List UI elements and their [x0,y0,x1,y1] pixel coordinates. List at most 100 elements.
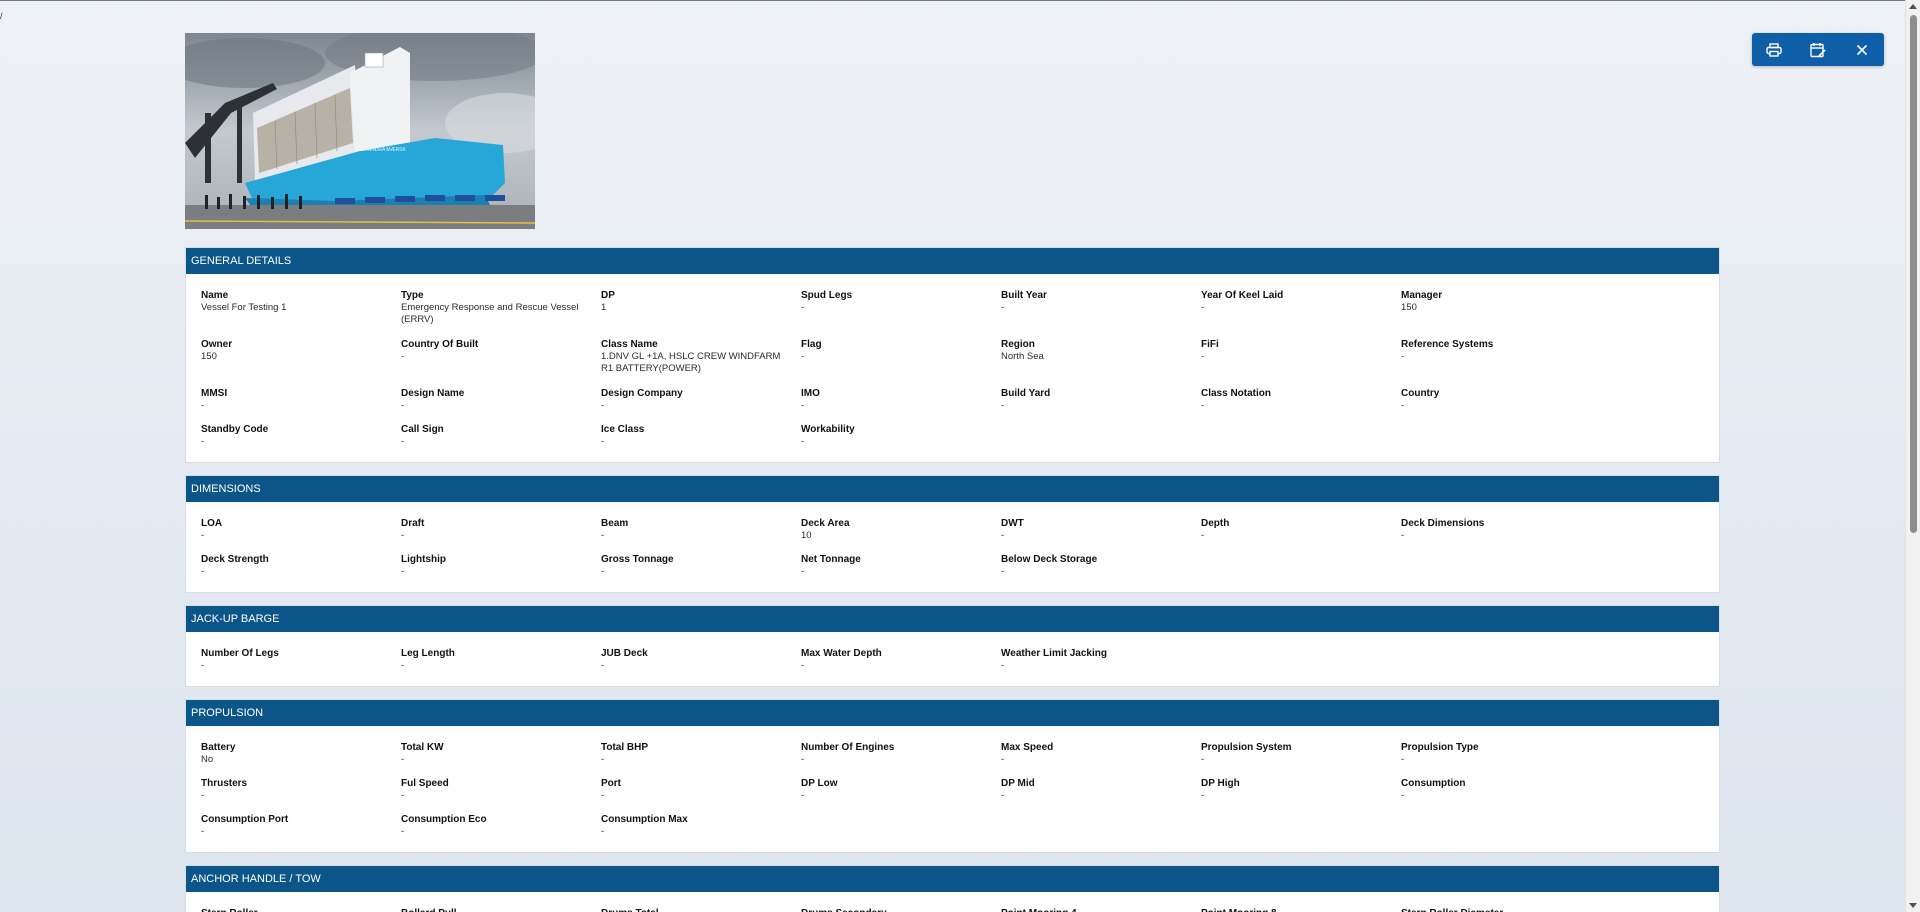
section-title: PROPULSION [186,700,1719,726]
field-flag: Flag - [801,338,1001,387]
field-value: - [1401,790,1405,801]
field-value: - [401,436,405,447]
field-grid: Name Vessel For Testing 1 Type Emergency Re… [186,274,1719,459]
field-value: - [201,400,205,411]
field-beam: Beam - [601,517,801,553]
field-label: Below Deck Storage [1001,554,1098,565]
field-value: - [601,530,605,541]
field-dp-low: DP Low - [801,777,1001,813]
field-built-year: Built Year - [1001,289,1201,338]
field-label: Port [601,778,621,789]
scroll-up-arrow-icon[interactable] [1909,4,1917,9]
field-value: - [601,566,605,577]
field-build-yard: Build Yard - [1001,387,1201,423]
field-value: - [401,790,405,801]
field-country: Country - [1401,387,1601,423]
field-value: - [401,530,405,541]
field-label: DP [601,290,615,301]
field-below-deck-storage: Below Deck Storage - [1001,553,1201,589]
field-label: JUB Deck [601,648,648,659]
field-value: - [801,790,805,801]
page-scrollbar[interactable] [1905,0,1920,912]
field-label: Design Company [601,388,683,399]
field-consumption: Consumption - [1401,777,1601,813]
field-label: Built Year [1001,290,1047,301]
field-name: Name Vessel For Testing 1 [201,289,401,338]
field-grid: Number Of Legs - Leg Length - JUB Deck - Max W… [186,632,1719,683]
field-label: Flag [801,339,822,350]
field-label: Propulsion System [1201,742,1292,753]
field-label: Deck Area [801,518,850,529]
field-value: - [1001,754,1005,765]
scroll-thumb[interactable] [1910,15,1917,533]
field-region: Region North Sea [1001,338,1201,387]
field-weather-limit-jacking: Weather Limit Jacking - [1001,647,1201,683]
field-label: Consumption Port [201,814,289,825]
field-label: Consumption Max [601,814,688,825]
section-title: DIMENSIONS [186,476,1719,502]
field-value: - [1001,790,1005,801]
field-dwt: DWT - [1001,517,1201,553]
section-title: JACK-UP BARGE [186,606,1719,632]
section-title: ANCHOR HANDLE / TOW [186,866,1719,892]
field-label: Bollard Pull [401,907,601,912]
field-label: Call Sign [401,424,444,435]
field-manager: Manager 150 [1401,289,1601,338]
field-dp: DP 1 [601,289,801,338]
print-button[interactable] [1752,33,1796,66]
field-type: Type Emergency Response and Rescue Vessel… [401,289,601,338]
field-deck-dimensions: Deck Dimensions - [1401,517,1601,553]
section-jackup-barge: JACK-UP BARGE Number Of Legs - Leg Length -… [185,605,1720,687]
field-value: - [601,400,605,411]
field-value: - [1001,566,1005,577]
field-value: - [601,754,605,765]
field-value: - [601,660,605,671]
field-dp-mid: DP Mid - [1001,777,1201,813]
field-label: Deck Dimensions [1401,518,1485,529]
field-label: DP Low [801,778,838,789]
field-label: Reference Systems [1401,339,1494,350]
field-value: Emergency Response and Rescue Vessel (ER… [401,302,579,325]
field-value: - [1201,400,1205,411]
field-total-kw: Total KW - [401,741,601,777]
field-label: Propulsion Type [1401,742,1479,753]
field-value: - [1001,660,1005,671]
field-value: 1.DNV GL +1A, HSLC CREW WINDFARM R1 BATT… [601,351,781,374]
field-label: Total KW [401,742,444,753]
field-stern-roller-diameter: Stern Roller Diameter- [1401,907,1601,912]
section-propulsion: PROPULSION Battery No Total KW - Total BHP - N… [185,699,1720,853]
field-draft: Draft - [401,517,601,553]
field-label: Region [1001,339,1035,350]
field-label: Drums Secondary [801,907,1001,912]
field-value: - [1401,400,1405,411]
scroll-down-arrow-icon[interactable] [1909,903,1917,908]
field-label: Country [1401,388,1440,399]
field-value: - [201,660,205,671]
schedule-button[interactable] [1796,33,1840,66]
field-value: - [401,754,405,765]
field-label: Gross Tonnage [601,554,674,565]
field-label: Thrusters [201,778,248,789]
field-mmsi: MMSI - [201,387,401,423]
vessel-photo: ALEXANDRA MÆRSK [185,33,535,229]
corner-mark: / [0,11,3,21]
field-value: - [1201,790,1205,801]
field-value: - [201,566,205,577]
field-label: IMO [801,388,820,399]
field-value: - [1001,400,1005,411]
field-value: - [801,351,805,362]
field-label: DP Mid [1001,778,1035,789]
field-label: Consumption [1401,778,1466,789]
field-loa: LOA - [201,517,401,553]
field-leg-length: Leg Length - [401,647,601,683]
field-value: - [401,660,405,671]
field-number-of-legs: Number Of Legs - [201,647,401,683]
close-button[interactable] [1840,33,1884,66]
field-label: Year Of Keel Laid [1201,290,1284,301]
field-label: Beam [601,518,629,529]
field-value: 10 [801,530,812,541]
field-value: - [201,436,205,447]
field-port: Port - [601,777,801,813]
field-label: Point Mooring 4 [1001,907,1201,912]
section-title: GENERAL DETAILS [186,248,1719,274]
